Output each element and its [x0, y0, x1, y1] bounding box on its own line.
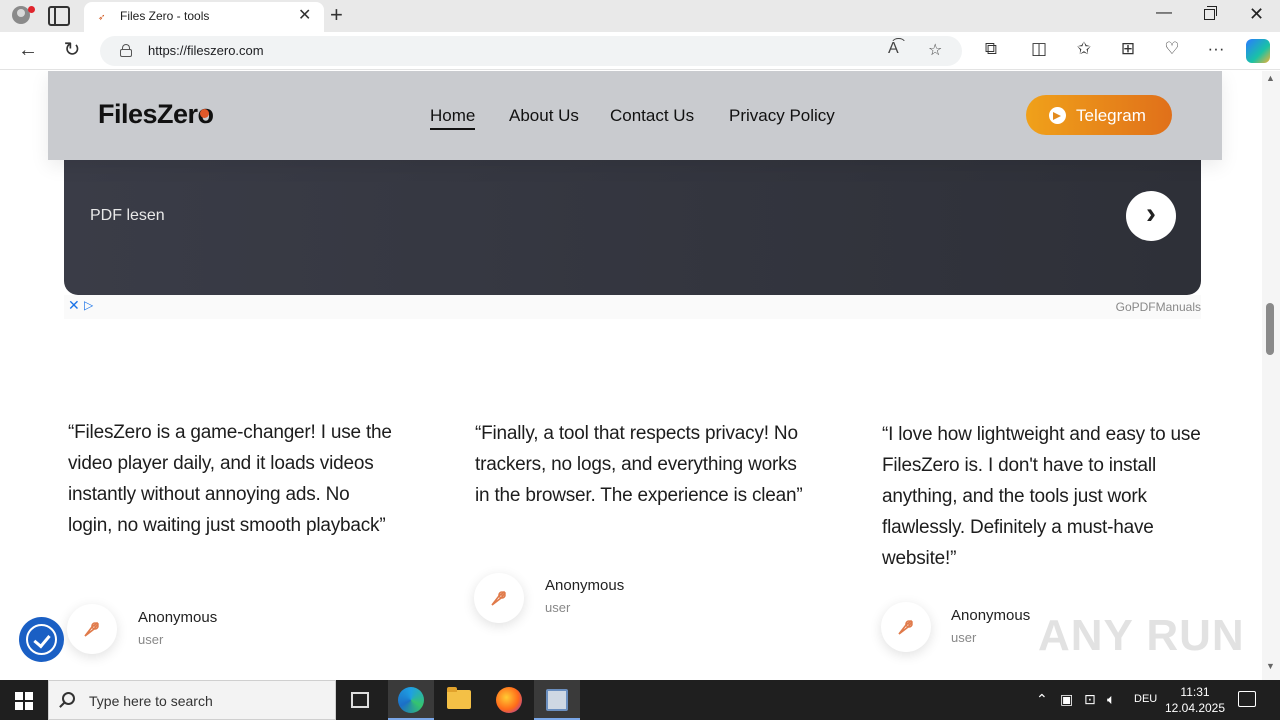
ad-text[interactable]: PDF lesen — [90, 207, 165, 225]
windows-taskbar: Type here to search ⌃ ▣ ⊡ 🔈︎ DEU 11:31 1… — [0, 680, 1280, 720]
read-aloud-icon[interactable]: A͡ — [888, 40, 899, 58]
windows-start-icon[interactable] — [15, 692, 33, 710]
testimonial-card: “Finally, a tool that respects privacy! … — [475, 418, 805, 511]
task-view-icon — [351, 692, 369, 708]
tray-volume-icon[interactable]: 🔈︎ — [1107, 691, 1115, 708]
author-role: user — [545, 600, 571, 615]
notification-center-icon[interactable] — [1238, 691, 1256, 707]
rocket-icon — [491, 590, 507, 606]
author-name: Anonymous — [138, 609, 218, 626]
ad-close-icon[interactable]: ✕ — [68, 297, 80, 314]
author-role: user — [951, 630, 977, 645]
nav-home[interactable]: Home — [430, 106, 476, 130]
taskbar-clock[interactable]: 11:31 12.04.2025 — [1163, 684, 1227, 716]
tray-language[interactable]: DEU — [1134, 693, 1157, 705]
taskbar-search-box[interactable]: Type here to search — [48, 680, 336, 720]
tab-close-icon[interactable]: ✕ — [298, 6, 311, 26]
firefox-icon — [496, 687, 522, 713]
nav-about-us[interactable]: About Us — [509, 106, 579, 126]
more-menu-icon[interactable]: ··· — [1204, 39, 1228, 59]
telegram-label: Telegram — [1076, 106, 1146, 125]
author-role: user — [138, 632, 164, 647]
taskbar-app[interactable] — [534, 680, 580, 720]
watermark: ANY RUN — [1038, 611, 1245, 660]
author-name: Anonymous — [951, 607, 1031, 624]
favorite-star-icon[interactable]: ☆ — [928, 40, 942, 60]
nav-contact-us[interactable]: Contact Us — [610, 106, 694, 126]
scroll-up-icon[interactable]: ▲ — [1266, 73, 1275, 83]
author-avatar — [881, 602, 931, 652]
testimonial-quote: “FilesZero is a game-changer! I use the … — [68, 422, 392, 536]
profile-button[interactable] — [8, 4, 35, 28]
browser-essentials-icon[interactable]: ♡ — [1160, 39, 1184, 59]
page-viewport: PDF lesen › ✕ ▷ GoPDFManuals FilesZero H… — [0, 71, 1262, 680]
scroll-down-icon[interactable]: ▼ — [1266, 661, 1275, 671]
chevron-right-icon[interactable]: › — [1126, 191, 1176, 241]
split-screen-icon[interactable]: ◫ — [1027, 39, 1051, 59]
app-window-icon — [546, 689, 568, 711]
author-name: Anonymous — [545, 577, 625, 594]
taskbar-firefox[interactable] — [486, 680, 532, 720]
copilot-icon[interactable] — [1246, 39, 1270, 63]
telegram-button[interactable]: Telegram — [1026, 95, 1172, 135]
browser-tab-active[interactable]: ➶ Files Zero - tools ✕ — [84, 2, 324, 32]
testimonial-card: “FilesZero is a game-changer! I use the … — [68, 417, 398, 541]
clock-time: 11:31 — [1180, 685, 1210, 699]
folder-icon — [447, 687, 471, 709]
tray-network-icon[interactable]: ⊡ — [1084, 691, 1096, 708]
author-avatar — [474, 573, 524, 623]
tab-title: Files Zero - tools — [120, 9, 210, 23]
reload-icon[interactable]: ↻ — [59, 37, 85, 63]
window-close-icon[interactable]: ✕ — [1249, 4, 1264, 25]
ad-choices-icon[interactable]: ▷ — [84, 298, 93, 312]
telegram-icon — [1049, 107, 1066, 124]
new-tab-icon[interactable]: + — [330, 3, 343, 27]
edge-icon — [398, 687, 424, 713]
collections-icon[interactable]: ⊞ — [1116, 39, 1140, 59]
address-bar[interactable]: https://fileszero.com A͡ ☆ — [100, 36, 962, 66]
task-view-button[interactable] — [337, 680, 383, 720]
search-icon — [62, 692, 75, 705]
testimonial-quote: “I love how lightweight and easy to use … — [882, 424, 1201, 569]
browser-toolbar: ← ↻ https://fileszero.com A͡ ☆ ⧉ ◫ ✩ ⊞ ♡… — [0, 32, 1280, 70]
scroll-thumb[interactable] — [1266, 303, 1274, 355]
site-favicon-icon: ➶ — [98, 12, 106, 22]
tab-actions-icon[interactable] — [48, 6, 70, 26]
browser-tabbar: ➶ Files Zero - tools ✕ + — ✕ — [0, 0, 1280, 32]
accessibility-button[interactable] — [19, 617, 64, 662]
author-avatar — [67, 604, 117, 654]
window-restore-icon[interactable] — [1204, 6, 1217, 20]
rocket-icon — [84, 621, 100, 637]
tray-chevron-up-icon[interactable]: ⌃ — [1036, 691, 1048, 708]
clock-date: 12.04.2025 — [1164, 701, 1226, 715]
accessibility-icon — [26, 624, 57, 655]
rocket-icon — [898, 619, 914, 635]
lock-icon[interactable] — [120, 44, 132, 57]
ad-footer: ✕ ▷ GoPDFManuals — [64, 295, 1201, 319]
taskbar-search-placeholder[interactable]: Type here to search — [89, 693, 213, 709]
taskbar-edge[interactable] — [388, 680, 434, 720]
favorites-icon[interactable]: ✩ — [1072, 39, 1096, 59]
notification-dot — [28, 6, 35, 13]
testimonial-quote: “Finally, a tool that respects privacy! … — [475, 423, 803, 506]
site-header: FilesZero Home About Us Contact Us Priva… — [48, 71, 1222, 160]
logo-text: FilesZero — [98, 99, 214, 129]
back-arrow-icon[interactable]: ← — [15, 37, 41, 63]
window-minimize-icon[interactable]: — — [1156, 4, 1172, 22]
ad-brand[interactable]: GoPDFManuals — [1116, 300, 1201, 314]
page-scrollbar[interactable]: ▲ ▼ — [1262, 71, 1280, 680]
url-text[interactable]: https://fileszero.com — [148, 43, 264, 58]
logo-dot-icon — [199, 109, 209, 119]
testimonial-card: “I love how lightweight and easy to use … — [882, 419, 1212, 574]
site-logo[interactable]: FilesZero — [98, 99, 214, 130]
taskbar-file-explorer[interactable] — [436, 680, 482, 720]
nav-privacy-policy[interactable]: Privacy Policy — [729, 106, 835, 126]
extensions-icon[interactable]: ⧉ — [979, 39, 1003, 59]
tray-meet-icon[interactable]: ▣ — [1060, 691, 1073, 708]
